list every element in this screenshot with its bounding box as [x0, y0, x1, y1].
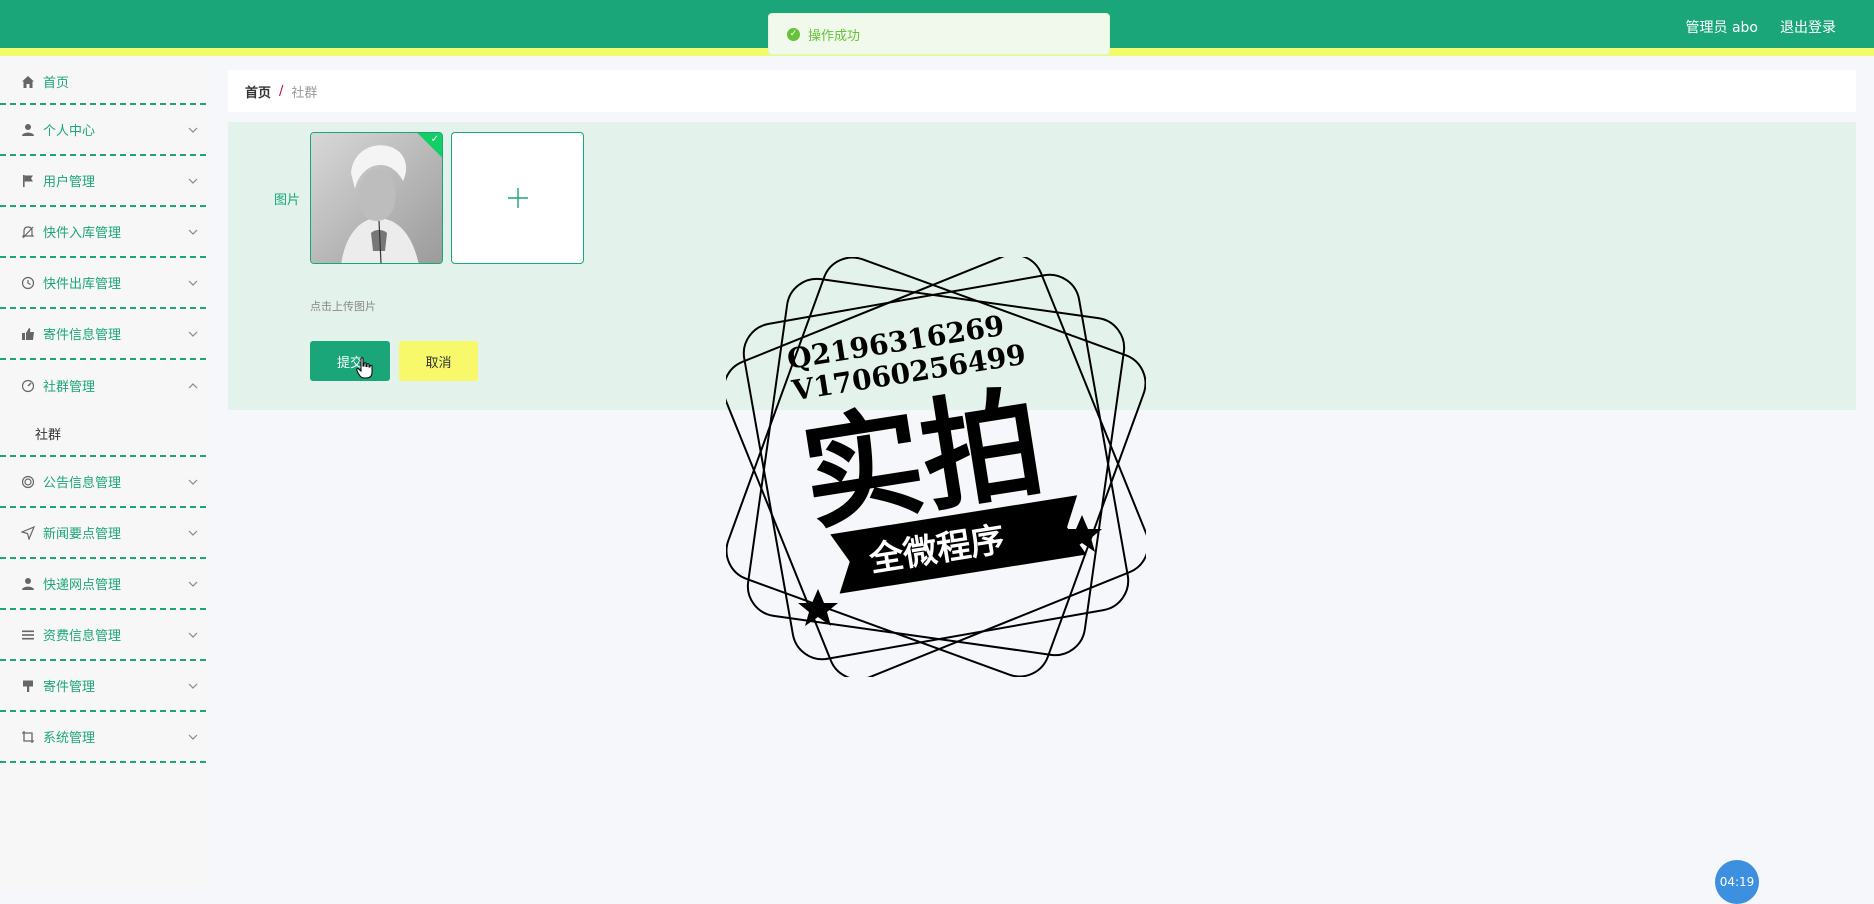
chevron-down-icon: [186, 327, 200, 341]
sidebar-item-inbound-management[interactable]: 快件入库管理: [0, 207, 206, 258]
home-icon: [21, 75, 35, 89]
logout-link[interactable]: 退出登录: [1780, 17, 1836, 37]
circle-icon: [21, 475, 35, 489]
user-icon: [21, 577, 35, 591]
sidebar-item-label: 快件出库管理: [43, 277, 122, 292]
toast-message: 操作成功: [808, 28, 861, 44]
chevron-down-icon: [186, 628, 200, 642]
sidebar: 首页 个人中心 用户管理 快件入库管理 快件出库管理 寄件信息管理 社群管理 社…: [0, 60, 206, 889]
admin-name: 管理员 abo: [1685, 20, 1758, 36]
submit-button[interactable]: 提交: [310, 341, 390, 381]
sidebar-item-send-management[interactable]: 寄件管理: [0, 661, 206, 712]
chevron-down-icon: [186, 276, 200, 290]
chevron-down-icon: [186, 174, 200, 188]
plus-icon: [507, 188, 528, 208]
watermark-stamp: Q2196316269 V17060256499 实拍 全微程序: [726, 257, 1146, 677]
image-field-label: 图片: [274, 193, 301, 208]
breadcrumb-current: 社群: [291, 85, 318, 101]
chevron-down-icon: [186, 526, 200, 540]
sidebar-subitem-label: 社群: [35, 427, 62, 443]
portrait-photo: [311, 133, 442, 263]
sidebar-item-news-management[interactable]: 新闻要点管理: [0, 508, 206, 559]
success-check-icon: ✓: [787, 27, 800, 41]
sidebar-item-outbound-management[interactable]: 快件出库管理: [0, 258, 206, 309]
breadcrumb-separator: /: [279, 83, 284, 99]
sidebar-item-label: 寄件管理: [43, 680, 96, 695]
menu-icon: [21, 628, 35, 642]
breadcrumb: 首页 / 社群: [228, 70, 1856, 112]
sidebar-item-label: 用户管理: [43, 175, 96, 190]
thumb-icon: [21, 327, 35, 341]
check-icon: ✓: [430, 134, 439, 145]
sidebar-item-label: 系统管理: [43, 731, 96, 746]
sidebar-item-label: 新闻要点管理: [43, 527, 122, 542]
chevron-down-icon: [186, 679, 200, 693]
sidebar-item-community-management[interactable]: 社群管理: [0, 360, 206, 411]
sidebar-item-fee-management[interactable]: 资费信息管理: [0, 610, 206, 661]
upload-image-button[interactable]: [451, 132, 584, 264]
bell-icon: [21, 225, 35, 239]
sidebar-item-system-management[interactable]: 系统管理: [0, 712, 206, 763]
clock-icon: [21, 276, 35, 290]
breadcrumb-home[interactable]: 首页: [245, 82, 271, 101]
sidebar-item-send-info-management[interactable]: 寄件信息管理: [0, 309, 206, 360]
sidebar-item-label: 个人中心: [43, 124, 96, 139]
sidebar-item-label: 首页: [43, 76, 70, 91]
sidebar-item-outlet-management[interactable]: 快递网点管理: [0, 559, 206, 610]
sidebar-item-label: 快件入库管理: [43, 226, 122, 241]
flag-icon: [21, 174, 35, 188]
dashboard-icon: [21, 379, 35, 393]
chevron-down-icon: [186, 577, 200, 591]
crop-icon: [21, 730, 35, 744]
chevron-up-icon: [186, 379, 200, 393]
sidebar-item-user-management[interactable]: 用户管理: [0, 156, 206, 207]
chevron-down-icon: [186, 730, 200, 744]
sidebar-item-label: 寄件信息管理: [43, 328, 122, 343]
sidebar-item-label: 社群管理: [43, 380, 96, 395]
header-user-area: 管理员 abo 退出登录: [1686, 17, 1836, 37]
brush-icon: [21, 679, 35, 693]
chevron-down-icon: [186, 123, 200, 137]
success-toast: ✓ 操作成功: [768, 13, 1110, 55]
sidebar-item-personal-center[interactable]: 个人中心: [0, 105, 206, 156]
sidebar-subitem-community[interactable]: 社群: [0, 411, 206, 457]
sidebar-item-label: 资费信息管理: [43, 629, 122, 644]
clock-widget: 04:19: [1715, 860, 1759, 904]
user-icon: [21, 123, 35, 137]
chevron-down-icon: [186, 475, 200, 489]
clock-time: 04:19: [1719, 875, 1755, 889]
cancel-button[interactable]: 取消: [399, 341, 478, 381]
sidebar-item-home[interactable]: 首页: [0, 60, 206, 105]
hand-cursor-icon: [356, 357, 373, 379]
upload-hint: 点击上传图片: [310, 300, 376, 313]
sidebar-item-label: 快递网点管理: [43, 578, 122, 593]
chevron-down-icon: [186, 225, 200, 239]
sidebar-item-notice-management[interactable]: 公告信息管理: [0, 457, 206, 508]
sidebar-item-label: 公告信息管理: [43, 476, 122, 491]
send-icon: [21, 525, 35, 540]
uploaded-image-thumbnail[interactable]: ✓: [310, 132, 443, 264]
